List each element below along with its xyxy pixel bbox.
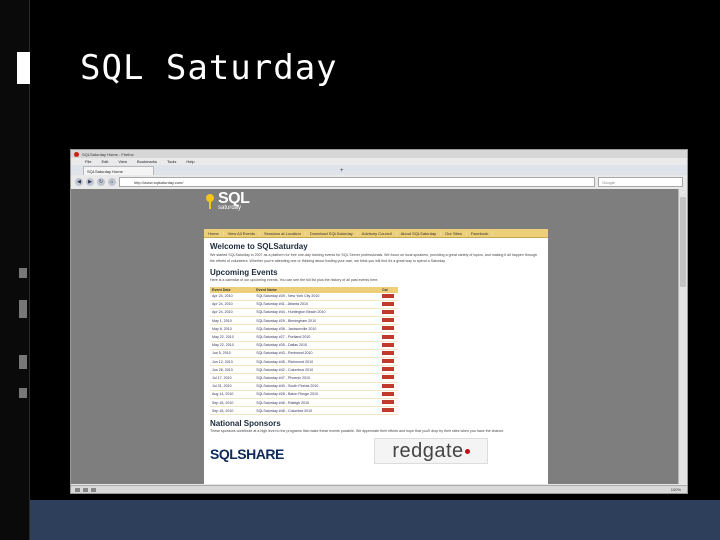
slide-side-tick [19,300,27,318]
nav-our-sites[interactable]: Our Sites [441,230,467,236]
nav-advisory[interactable]: Advisory Council [358,230,397,236]
calendar-icon[interactable] [382,334,394,339]
slide-accent-block [17,52,30,84]
menu-view[interactable]: View [118,159,127,164]
national-sponsors-text: These sponsors contribute at a high leve… [210,429,505,434]
calendar-icon[interactable] [382,342,394,347]
table-row: Sep 18, 2010 SQLSaturday #48 - Columbia 2… [210,406,398,416]
slide-side-tick [19,268,27,278]
status-bar: 100% [71,485,687,493]
table-row: Sep 18, 2010 SQLSaturday #46 - Raleigh 20… [210,398,398,408]
table-row: Aug 14, 2010 SQLSaturday #28 - Baton Roug… [210,390,398,399]
tab-bar: SQLSaturday Home + [71,165,687,175]
upcoming-events-heading: Upcoming Events [210,268,278,277]
sponsor-logos: SQLSHARE redgate [204,434,548,474]
sqlsaturday-site: SQL saturday Home View All Events Sessio… [204,189,548,484]
calendar-icon[interactable] [382,309,394,314]
upcoming-events-text: Here is a calendar of our upcoming event… [210,278,379,282]
sqlshare-logo[interactable]: SQLSHARE [210,446,284,462]
calendar-icon[interactable] [382,350,394,355]
nav-download[interactable]: Download SQLSaturday [306,230,358,236]
nav-home[interactable]: Home [204,230,224,236]
reload-icon[interactable]: ↻ [97,178,105,186]
table-row: Jul 31, 2010 SQLSaturday #40 - South Flor… [210,382,398,391]
slide-side-tick [19,388,27,398]
welcome-heading: Welcome to SQLSaturday [210,242,308,251]
home-icon[interactable]: ⌂ [108,178,116,186]
page-viewport: SQL saturday Home View All Events Sessio… [71,189,687,484]
calendar-icon[interactable] [382,367,394,372]
calendar-icon[interactable] [382,375,394,380]
table-row: May 8, 2010 SQLSaturday #38 - Jacksonvill… [210,324,398,334]
table-row: May 1, 2010 SQLSaturday #29 - Birmingham … [210,316,398,326]
zoom-level[interactable]: 100% [671,487,681,492]
redgate-dot-icon [464,448,470,454]
status-icon [83,488,88,492]
nav-about[interactable]: About SQLSaturday [397,230,442,236]
new-tab-button[interactable]: + [340,167,344,175]
vertical-scrollbar[interactable] [678,189,687,484]
table-row: Jun 12, 2010 SQLSaturday #45 - Richmond 2… [210,357,398,367]
events-table: Event Date Event Name Cal Apr 24, 2010 SQ… [210,286,398,416]
calendar-icon[interactable] [382,293,394,298]
table-row: Jul 17, 2010 SQLSaturday #47 - Phoenix 20… [210,373,398,383]
menu-bar: File Edit View Bookmarks Tools Help [71,158,687,165]
table-row: Jun 26, 2010 SQLSaturday #42 - Columbus 2… [210,365,398,375]
menu-help[interactable]: Help [186,159,194,164]
table-row: May 22, 2010 SQLSaturday #27 - Portland 2… [210,332,398,342]
calendar-icon[interactable] [382,301,394,306]
browser-window: SQLSaturday Home - Firefox File Edit Vie… [70,149,688,494]
national-sponsors-heading: National Sponsors [210,419,281,429]
table-row: Apr 24, 2010 SQLSaturday #44 - Huntington… [210,308,398,318]
back-icon[interactable]: ◀ [75,178,83,186]
firefox-icon [74,151,79,157]
address-bar[interactable]: http://www.sqlsaturday.com/ [119,177,595,187]
slide-bottom-band [30,500,720,540]
nav-sessions[interactable]: Sessions at Location [260,230,306,236]
menu-bookmarks[interactable]: Bookmarks [137,159,157,164]
table-row: Jun 5, 2010 SQLSaturday #43 - Redmond 201… [210,349,398,359]
calendar-icon[interactable] [382,318,394,323]
redgate-logo[interactable]: redgate [374,438,488,465]
calendar-icon[interactable] [382,400,394,405]
table-row: Apr 24, 2010 SQLSaturday #41 - Atlanta 20… [210,300,398,309]
slide-title: SQL Saturday [80,48,338,88]
nav-facebook[interactable]: Facebook [467,230,494,236]
menu-file[interactable]: File [85,159,91,164]
calendar-icon[interactable] [382,391,394,396]
site-nav: Home View All Events Sessions at Locatio… [204,229,548,238]
status-icon [91,488,96,492]
site-content: Home View All Events Sessions at Locatio… [204,229,548,484]
welcome-text: We started SQLSaturday in 2007 as a plat… [210,253,537,263]
sqlsaturday-logo[interactable]: SQL saturday [206,191,250,211]
calendar-icon[interactable] [382,326,394,331]
browser-titlebar: SQLSaturday Home - Firefox [71,150,687,158]
slide-side-tick [19,355,27,369]
menu-edit[interactable]: Edit [101,159,108,164]
window-title: SQLSaturday Home - Firefox [82,151,134,157]
status-icon [75,488,80,492]
tab-sqlsaturday-home[interactable]: SQLSaturday Home [83,166,154,175]
navigation-toolbar: ◀ ▶ ↻ ⌂ http://www.sqlsaturday.com/ Goog… [71,175,687,190]
calendar-icon[interactable] [382,408,394,413]
redgate-logo-text: redgate [392,439,464,462]
table-row: Apr 24, 2010 SQLSaturday #39 - New York C… [210,292,398,301]
forward-icon[interactable]: ▶ [86,178,94,186]
table-row: May 22, 2010 SQLSaturday #35 - Dallas 201… [210,341,398,350]
menu-tools[interactable]: Tools [167,159,176,164]
nav-view-all-events[interactable]: View All Events [224,230,260,236]
calendar-icon[interactable] [382,383,394,388]
calendar-icon[interactable] [382,359,394,364]
search-input[interactable]: Google [598,177,683,187]
scrollbar-thumb[interactable] [680,197,686,287]
key-icon [206,193,215,209]
